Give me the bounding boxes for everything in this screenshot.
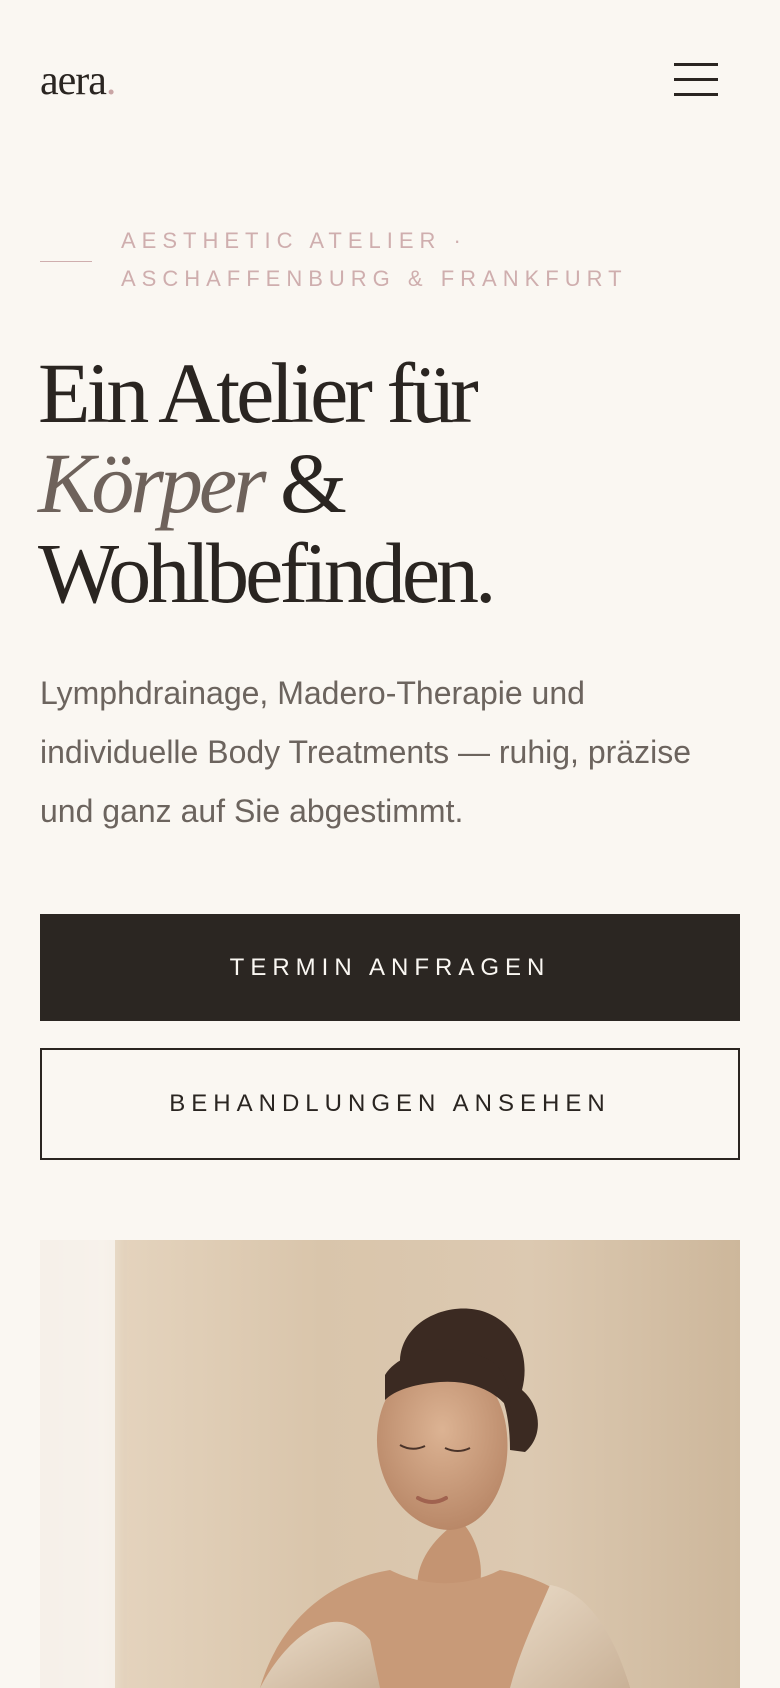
logo-text: aera — [40, 58, 107, 104]
menu-bar-middle — [674, 78, 718, 81]
headline-ampersand: & — [262, 435, 347, 531]
brand-logo[interactable]: aera. — [40, 56, 116, 106]
logo-dot: . — [105, 58, 116, 104]
headline-line-3: Wohlbefinden. — [38, 525, 497, 621]
menu-bar-top — [674, 63, 718, 66]
headline-line-1: Ein Atelier für — [38, 345, 479, 441]
menu-bar-bottom — [674, 93, 718, 96]
hero-photo — [40, 1240, 740, 1688]
view-treatments-button[interactable]: BEHANDLUNGEN ANSEHEN — [40, 1048, 740, 1160]
headline-italic-word: Körper — [38, 435, 266, 531]
woman-portrait-illustration — [40, 1240, 630, 1688]
request-appointment-button[interactable]: TERMIN ANFRAGEN — [40, 914, 740, 1021]
eyebrow-line-1: AESTHETIC ATELIER · — [121, 228, 467, 253]
headline-line-2: Körper & — [38, 438, 493, 528]
hero-headline: Ein Atelier für Körper & Wohlbefinden. — [38, 345, 497, 621]
hero-eyebrow: AESTHETIC ATELIER · ASCHAFFENBURG & FRAN… — [121, 222, 741, 298]
eyebrow-divider — [40, 261, 92, 262]
eyebrow-line-2: ASCHAFFENBURG & FRANKFURT — [121, 266, 628, 291]
hamburger-menu-icon[interactable] — [666, 56, 726, 104]
hero-lead-text: Lymphdrainage, Madero-Therapie und indiv… — [40, 675, 691, 829]
